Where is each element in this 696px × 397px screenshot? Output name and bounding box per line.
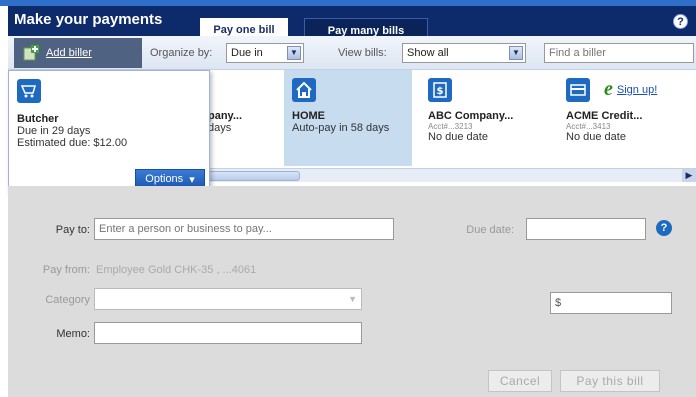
scrollbar-thumb[interactable] [208, 171, 300, 181]
biller-due: No due date [428, 131, 488, 143]
amount-input[interactable] [550, 292, 672, 314]
biller-card[interactable]: e Sign up! ACME Credit... Acct#...3413 N… [558, 70, 696, 166]
memo-label: Memo: [56, 328, 90, 340]
popup-estimated: Estimated due: $12.00 [17, 137, 128, 149]
help-icon[interactable]: ? [656, 220, 672, 236]
biller-name: HOME [292, 110, 325, 122]
chevron-down-icon: ▼ [509, 46, 523, 60]
due-date-label: Due date: [466, 224, 514, 236]
view-bills-value: Show all [407, 47, 449, 59]
biller-account: Acct#...3213 [428, 122, 473, 131]
dollar-icon: $ [428, 78, 452, 102]
popup-due: Due in 29 days [17, 125, 91, 137]
chevron-down-icon: ▼ [287, 46, 301, 60]
cart-icon [17, 79, 41, 103]
biller-account: Acct#...3413 [566, 122, 611, 131]
view-bills-label: View bills: [338, 47, 387, 59]
biller-due: Auto-pay in 58 days [292, 122, 390, 134]
pay-this-bill-button[interactable]: Pay this bill [560, 370, 660, 392]
biller-name: pany... [208, 110, 243, 122]
app-header: Make your payments Pay one bill Pay many… [8, 6, 696, 42]
pay-from-label: Pay from: [42, 264, 90, 276]
organize-by-select[interactable]: Due in ▼ [226, 43, 304, 63]
app-title: Make your payments [14, 11, 163, 28]
organize-by-label: Organize by: [150, 47, 213, 59]
popup-biller-name: Butcher [17, 113, 59, 125]
pay-to-input[interactable] [94, 218, 394, 240]
biller-card[interactable]: HOME Auto-pay in 58 days [284, 70, 412, 166]
biller-due: No due date [566, 131, 626, 143]
biller-due: days [208, 122, 232, 134]
payment-form: Pay to: Due date: ? Pay from: Employee G… [8, 186, 696, 397]
scroll-right-icon[interactable]: ▶ [682, 169, 696, 182]
ebill-icon: e [604, 78, 613, 100]
biller-name: ABC Company... [428, 110, 514, 122]
pay-to-label: Pay to: [55, 224, 90, 236]
credit-card-icon [566, 78, 590, 102]
add-biller-button[interactable]: Add biller [14, 38, 142, 68]
ebill-signup[interactable]: e Sign up! [604, 78, 657, 101]
help-icon[interactable]: ? [673, 14, 688, 29]
chevron-down-icon: ▾ [189, 173, 195, 186]
cancel-button[interactable]: Cancel [488, 370, 552, 392]
add-biller-icon [23, 45, 39, 61]
category-label: Category [45, 294, 90, 306]
biller-popup: Butcher Due in 29 days Estimated due: $1… [8, 70, 210, 194]
due-date-input[interactable] [526, 218, 646, 240]
biller-name: ACME Credit... [566, 110, 643, 122]
organize-by-value: Due in [231, 47, 263, 59]
svg-text:$: $ [437, 86, 444, 97]
home-icon [292, 78, 316, 102]
options-label: Options [145, 173, 184, 185]
biller-card[interactable]: pany... days [200, 70, 280, 166]
sign-up-link[interactable]: Sign up! [617, 84, 657, 96]
toolbar: Add biller Organize by: Due in ▼ View bi… [8, 36, 696, 70]
view-bills-select[interactable]: Show all ▼ [402, 43, 526, 63]
add-biller-label: Add biller [46, 47, 92, 59]
category-select[interactable]: ▼ [94, 288, 362, 310]
memo-input[interactable] [94, 322, 362, 344]
chevron-down-icon: ▼ [348, 294, 357, 304]
biller-card[interactable]: $ ABC Company... Acct#...3213 No due dat… [420, 70, 544, 166]
find-biller-input[interactable] [544, 43, 694, 63]
pay-from-value: Employee Gold CHK-35 , ...4061 [96, 264, 257, 276]
